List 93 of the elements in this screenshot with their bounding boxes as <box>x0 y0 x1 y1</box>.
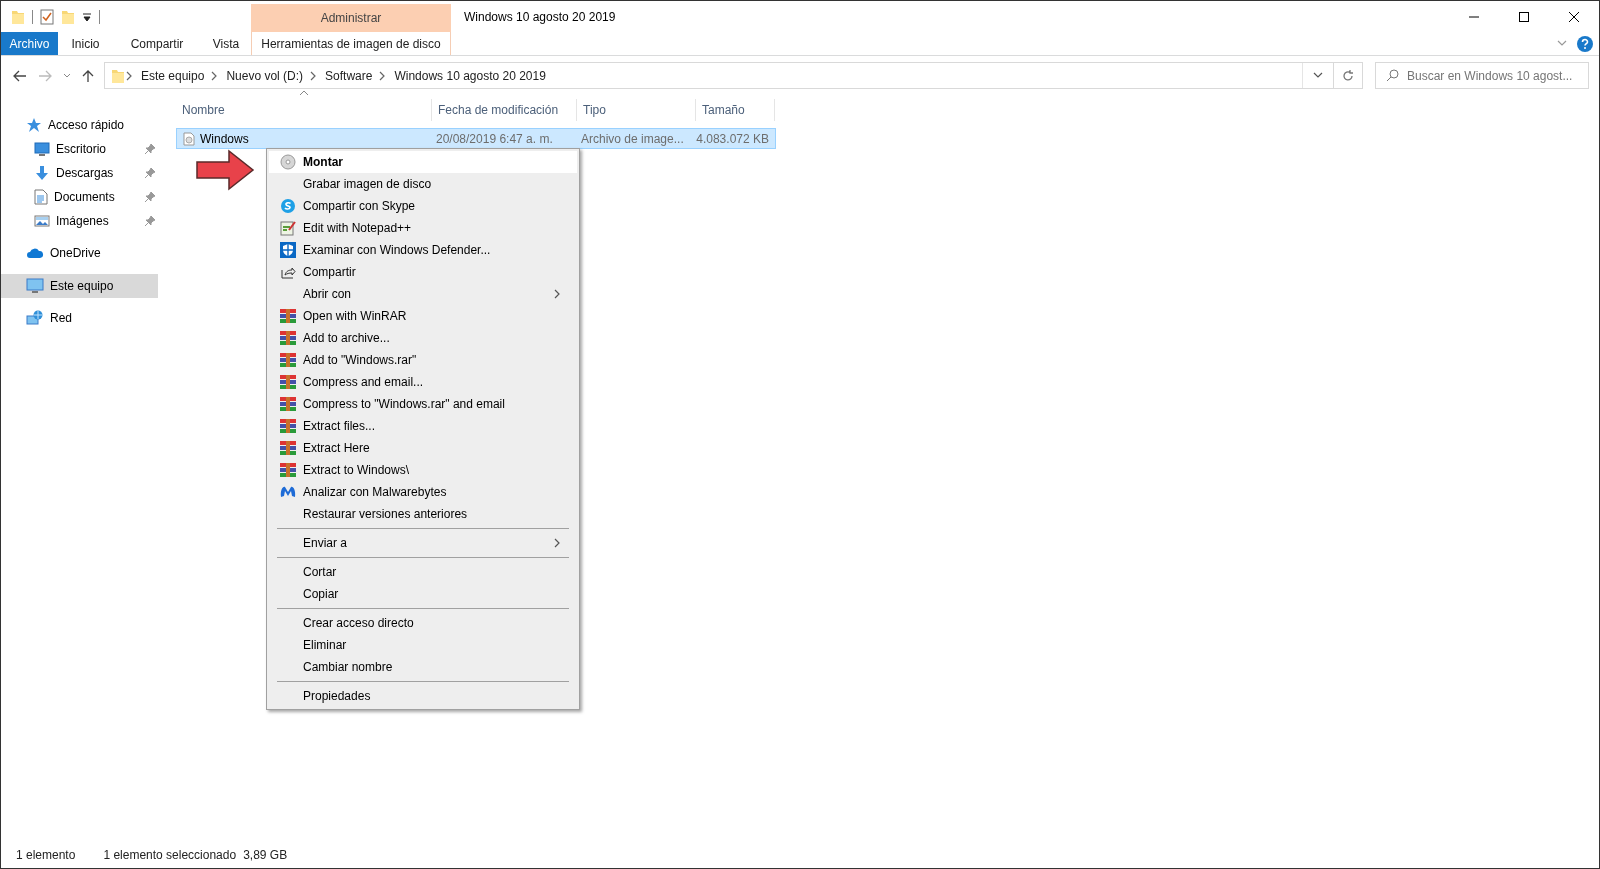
breadcrumb[interactable]: Windows 10 agosto 20 2019 <box>388 68 552 83</box>
menu-item[interactable]: Enviar a <box>269 532 577 554</box>
column-header[interactable]: Nombre <box>176 99 432 121</box>
status-text: 1 elemento <box>16 848 76 862</box>
properties-icon <box>40 8 54 25</box>
menu-item[interactable]: Compartir <box>269 261 577 283</box>
nav-item[interactable]: Este equipo <box>1 274 158 298</box>
nav-item[interactable]: Escritorio <box>1 137 158 161</box>
menu-item[interactable]: Extract files... <box>269 415 577 437</box>
monitor-icon <box>34 142 50 156</box>
contextual-group-label: Administrar <box>251 4 451 32</box>
maximize-icon[interactable] <box>1518 10 1530 23</box>
dropdown-icon <box>82 11 92 22</box>
menu-item[interactable]: Cortar <box>269 561 577 583</box>
up-icon[interactable] <box>82 68 94 83</box>
window-title: Windows 10 agosto 20 2019 <box>464 9 616 24</box>
books-icon <box>280 330 296 346</box>
menu-item[interactable]: Copiar <box>269 583 577 605</box>
status-text: 3,89 GB <box>243 848 288 862</box>
menu-item[interactable]: Extract Here <box>269 437 577 459</box>
menu-item[interactable]: Propiedades <box>269 685 577 707</box>
menu-item[interactable]: Crear acceso directo <box>269 612 577 634</box>
menu-item[interactable]: Compartir con Skype <box>269 195 577 217</box>
column-header[interactable]: Tipo <box>577 99 696 121</box>
search-icon <box>1386 69 1399 82</box>
menu-item[interactable]: Abrir con <box>269 283 577 305</box>
ribbon-tab[interactable]: Inicio <box>58 32 113 55</box>
menu-item[interactable]: Restaurar versiones anteriores <box>269 503 577 525</box>
table-cell-text: 4.083.072 KB <box>695 131 770 146</box>
help-icon[interactable] <box>1577 35 1593 52</box>
menu-item[interactable]: Montar <box>269 151 577 173</box>
disc-icon <box>280 154 296 170</box>
disc-image-file-icon <box>183 131 195 146</box>
network-icon <box>26 310 44 326</box>
shield-icon <box>280 242 296 258</box>
ribbon-tab[interactable]: Vista <box>201 32 251 55</box>
picture-icon <box>34 214 50 228</box>
menu-item[interactable]: Eliminar <box>269 634 577 656</box>
menu-item[interactable]: Extract to Windows\ <box>269 459 577 481</box>
books-icon <box>280 308 296 324</box>
menu-item[interactable]: Add to archive... <box>269 327 577 349</box>
nav-item[interactable]: Acceso rápido <box>1 113 158 137</box>
refresh-icon[interactable] <box>1342 69 1354 82</box>
menu-item[interactable]: Analizar con Malwarebytes <box>269 481 577 503</box>
monitor-icon <box>26 278 44 294</box>
cloud-icon <box>26 247 44 259</box>
folder-icon <box>111 67 125 84</box>
table-cell-text: Archivo de image... <box>580 131 685 146</box>
books-icon <box>280 374 296 390</box>
books-icon <box>280 418 296 434</box>
down-arrow-icon <box>34 165 50 181</box>
address-bar[interactable]: Este equipo Nuevo vol (D:) Software Windows 10 agosto 20 2019 <box>104 62 1334 89</box>
menu-item[interactable]: Compress to "Windows.rar" and email <box>269 393 577 415</box>
ribbon-tab[interactable]: Herramientas de imagen de disco <box>251 32 451 55</box>
m-shape-icon <box>280 485 296 499</box>
menu-item[interactable]: Grabar imagen de disco <box>269 173 577 195</box>
books-icon <box>280 462 296 478</box>
breadcrumb[interactable]: Este equipo <box>135 68 211 83</box>
status-text: 1 elemento seleccionado <box>103 848 237 862</box>
menu-item[interactable]: Examinar con Windows Defender... <box>269 239 577 261</box>
notepad-icon <box>280 220 296 236</box>
search-field[interactable]: Buscar en Windows 10 agost... <box>1375 62 1589 89</box>
close-icon[interactable] <box>1568 10 1580 23</box>
breadcrumb[interactable]: Nuevo vol (D:) <box>220 68 310 83</box>
skype-icon <box>280 198 296 214</box>
table-cell-text: 20/08/2019 6:47 a. m. <box>435 131 554 146</box>
books-icon <box>280 440 296 456</box>
ribbon-tab[interactable]: Archivo <box>1 32 58 55</box>
table-cell: Windows <box>177 131 430 146</box>
books-icon <box>280 396 296 412</box>
column-header[interactable]: Tamaño <box>696 99 775 121</box>
nav-item[interactable]: Red <box>1 306 158 330</box>
books-icon <box>280 352 296 368</box>
menu-item[interactable]: Edit with Notepad++ <box>269 217 577 239</box>
column-header[interactable]: Fecha de modificación <box>432 99 577 121</box>
folder-icon <box>61 8 75 25</box>
nav-item[interactable]: Documents <box>1 185 158 209</box>
back-icon[interactable] <box>13 69 27 82</box>
menu-item[interactable]: Compress and email... <box>269 371 577 393</box>
annotation-arrow <box>195 149 255 191</box>
nav-item[interactable]: Imágenes <box>1 209 158 233</box>
menu-item[interactable]: Add to "Windows.rar" <box>269 349 577 371</box>
nav-item[interactable]: OneDrive <box>1 241 158 265</box>
ribbon-tab[interactable]: Compartir <box>113 32 201 55</box>
file-row[interactable]: Windows 20/08/2019 6:47 a. m. Archivo de image... 4.083.072 KB <box>176 128 776 149</box>
menu-item[interactable]: Cambiar nombre <box>269 656 577 678</box>
folder-icon <box>11 8 25 25</box>
star-icon <box>26 117 42 133</box>
nav-item[interactable]: Descargas <box>1 161 158 185</box>
document-icon <box>34 189 48 205</box>
menu-item[interactable]: Open with WinRAR <box>269 305 577 327</box>
breadcrumb[interactable]: Software <box>319 68 379 83</box>
recent-dropdown-icon[interactable] <box>63 71 71 80</box>
